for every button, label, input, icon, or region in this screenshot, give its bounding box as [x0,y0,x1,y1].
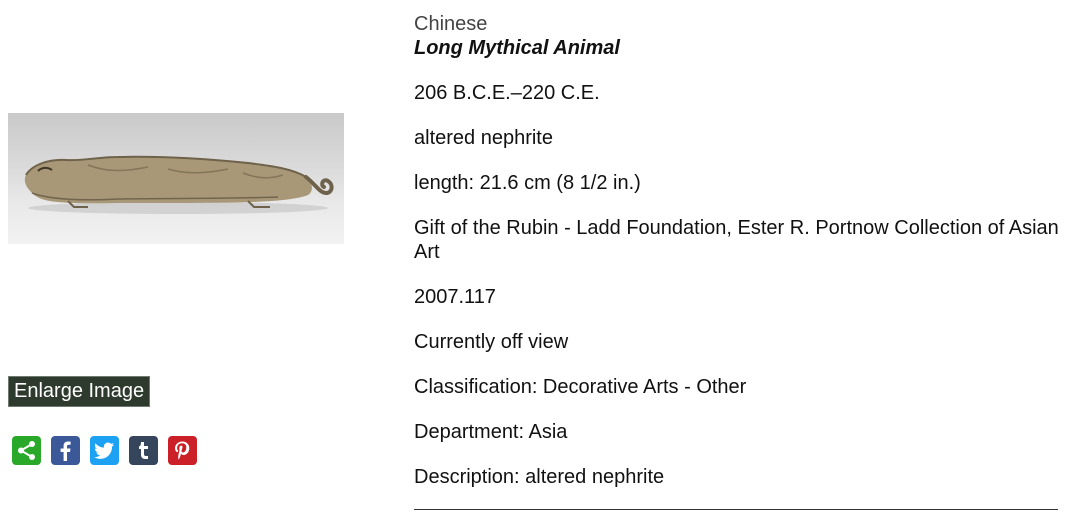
artwork-department: Department: Asia [414,421,568,443]
pinterest-icon[interactable] [168,436,197,465]
jade-animal-figure [24,155,334,214]
enlarge-image-button[interactable]: Enlarge Image [8,376,151,407]
twitter-bird-glyph [94,442,115,459]
section-divider [414,509,1058,510]
tumblr-glyph [139,442,148,459]
artwork-title: Long Mythical Animal [414,37,620,59]
artwork-dimensions: length: 21.6 cm (8 1/2 in.) [414,172,641,194]
facebook-icon[interactable] [51,436,80,465]
artwork-culture: Chinese [414,13,488,35]
tumblr-icon[interactable] [129,436,158,465]
twitter-icon[interactable] [90,436,119,465]
artwork-status: Currently off view [414,331,569,353]
artwork-details: Chinese Long Mythical Animal 206 B.C.E.–… [414,12,1059,489]
share-icon[interactable] [12,436,41,465]
artwork-date: 206 B.C.E.–220 C.E. [414,82,600,104]
facebook-glyph [60,441,71,461]
share-toolbar [12,436,197,465]
media-column: Enlarge Image [0,0,400,521]
artwork-image[interactable] [8,113,344,244]
share-nodes-glyph [18,441,35,460]
artwork-accession-number: 2007.117 [414,286,496,308]
artwork-classification: Classification: Decorative Arts - Other [414,376,747,398]
artwork-medium: altered nephrite [414,127,553,149]
pinterest-glyph [175,441,190,460]
artwork-credit-line: Gift of the Rubin - Ladd Foundation, Est… [414,217,1059,263]
artwork-description: Description: altered nephrite [414,466,665,488]
